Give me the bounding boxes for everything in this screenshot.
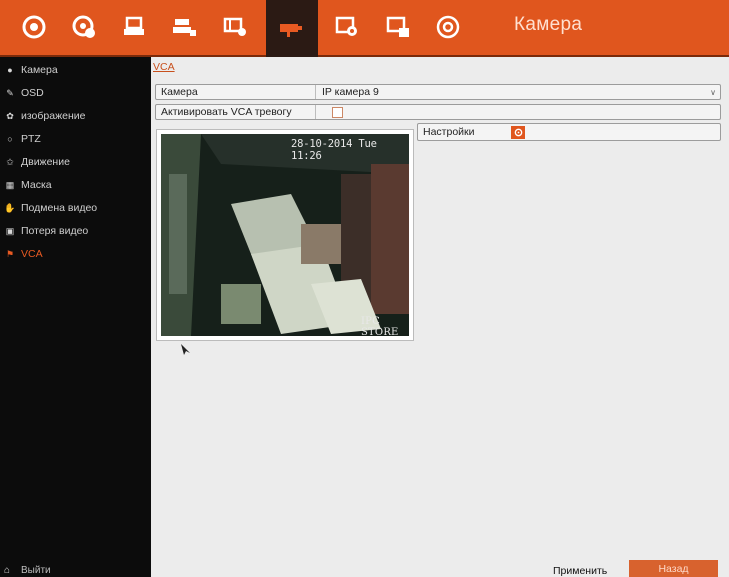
sidebar-item-label: OSD [21, 87, 44, 99]
sidebar-item-label: PTZ [21, 133, 41, 145]
mouse-cursor-icon [180, 343, 192, 362]
sidebar-item-label: Потеря видео [21, 225, 89, 237]
sidebar-item-image[interactable]: ✿ изображение [4, 106, 149, 126]
record-icon[interactable] [114, 8, 154, 46]
vca-icon: ⚑ [5, 248, 15, 259]
breadcrumb[interactable]: VCA [153, 61, 175, 73]
gear-icon [514, 128, 522, 137]
main-panel: VCA Камера IP камера 9 ∨ Активировать VC… [151, 57, 729, 577]
sidebar-item-vca[interactable]: ⚑ VCA [4, 244, 149, 264]
apply-button[interactable]: Применить [553, 565, 607, 577]
live-view-icon[interactable] [14, 8, 54, 46]
camera-label: Камера [156, 85, 316, 99]
osd-camera-name: IPC STORE [361, 316, 399, 338]
tamper-icon: ✋ [4, 202, 16, 213]
sidebar: ● Камера ✎ OSD ✿ изображение ○ PTZ ✩ Дви… [0, 57, 151, 577]
chevron-down-icon[interactable]: ∨ [710, 88, 716, 97]
sidebar-item-label: Движение [21, 156, 70, 168]
camera-icon[interactable] [266, 0, 318, 57]
camera-select-row: Камера IP камера 9 ∨ [155, 84, 721, 100]
exit-label: Выйти [21, 565, 51, 576]
camera-icon: ● [7, 65, 13, 75]
sidebar-item-osd[interactable]: ✎ OSD [4, 83, 149, 103]
sidebar-item-label: изображение [21, 110, 86, 122]
sidebar-item-label: VCA [21, 248, 43, 260]
sidebar-item-label: Маска [21, 179, 52, 191]
vca-alarm-label: Активировать VCA тревогу [156, 105, 316, 119]
home-icon: ⌂ [4, 565, 11, 576]
playback-icon[interactable] [64, 8, 104, 46]
back-button[interactable]: Назад [629, 560, 718, 577]
top-toolbar: Камера [0, 0, 729, 57]
camera-preview: 28-10-2014 Tue 11:26 IPC STORE [156, 129, 414, 341]
network-icon[interactable] [164, 8, 204, 46]
sidebar-item-motion[interactable]: ✩ Движение [4, 152, 149, 172]
video-loss-icon: ▣ [5, 225, 15, 236]
osd-timestamp: 28-10-2014 Tue 11:26 [291, 138, 377, 162]
camera-select[interactable]: IP камера 9 [316, 85, 379, 99]
sidebar-item-tamper[interactable]: ✋ Подмена видео [4, 198, 149, 218]
exit-button[interactable]: ⌂ Выйти [4, 565, 51, 576]
sidebar-item-label: Камера [21, 64, 58, 76]
page-title: Камера [514, 14, 583, 35]
sidebar-item-label: Подмена видео [21, 202, 98, 214]
sidebar-item-ptz[interactable]: ○ PTZ [4, 129, 149, 149]
display-icon[interactable] [378, 8, 418, 46]
image-icon: ✿ [6, 110, 14, 121]
vca-alarm-checkbox[interactable] [332, 107, 343, 118]
settings-label: Настройки [423, 126, 475, 138]
sidebar-item-camera[interactable]: ● Камера [4, 60, 149, 80]
mask-icon: ▦ [5, 179, 15, 190]
device-icon[interactable] [215, 8, 255, 46]
preview-image [161, 134, 409, 336]
motion-icon: ✩ [6, 156, 14, 167]
sidebar-item-video-loss[interactable]: ▣ Потеря видео [4, 221, 149, 241]
config-icon[interactable] [327, 8, 367, 46]
settings-row: Настройки [417, 123, 721, 141]
power-icon[interactable] [428, 8, 468, 46]
settings-button[interactable] [511, 126, 525, 139]
sidebar-item-mask[interactable]: ▦ Маска [4, 175, 149, 195]
osd-icon: ✎ [6, 87, 14, 98]
ptz-icon: ○ [7, 134, 13, 144]
vca-alarm-row: Активировать VCA тревогу [155, 104, 721, 120]
